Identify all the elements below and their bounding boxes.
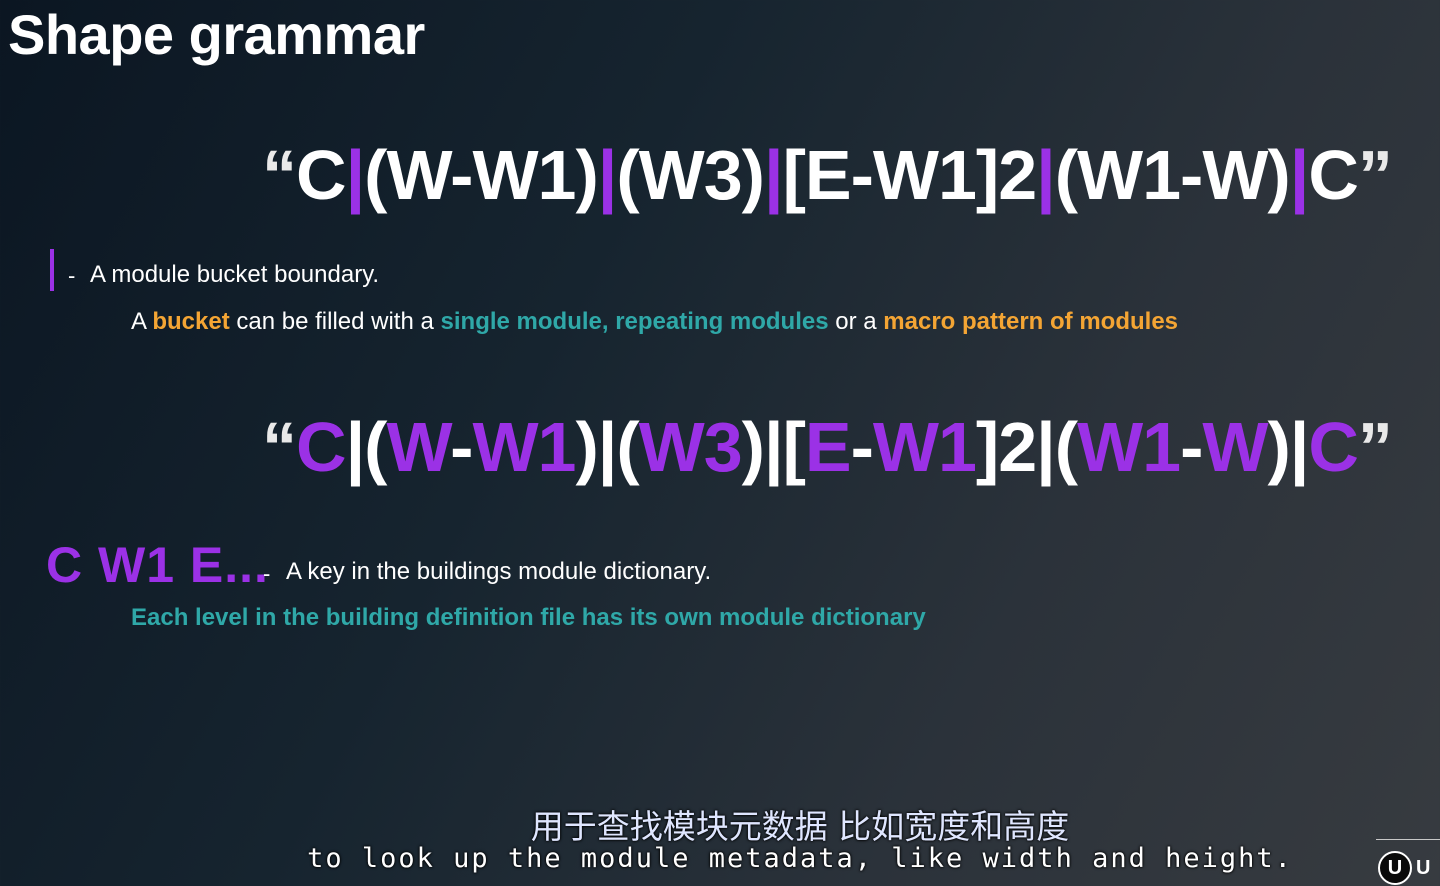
subtitle-english: to look up the module metadata, like wid…	[307, 843, 1293, 874]
subtitle-chinese: 用于查找模块元数据 比如宽度和高度	[530, 807, 1070, 846]
grammar-token: C	[296, 408, 347, 486]
bucket-boundary-pipe: |	[597, 136, 618, 214]
bucket-explanation: A bucket can be filled with a single mod…	[131, 308, 1178, 336]
grammar-token: [E-W1]2	[782, 136, 1038, 214]
bucket-boundary-pipe: |	[1289, 408, 1310, 486]
macro-pattern-highlight: macro pattern of modules	[883, 308, 1179, 335]
grammar-token: W1	[872, 408, 977, 486]
pipe-symbol-icon	[50, 249, 54, 291]
grammar-token: (W3)	[616, 136, 765, 214]
grammar-token: -	[1180, 408, 1203, 486]
slide-title: Shape grammar	[8, 3, 425, 66]
grammar-token: W3	[638, 408, 743, 486]
logo-divider	[1376, 839, 1440, 840]
grammar-token: )	[575, 408, 598, 486]
logo-wordmark: U	[1416, 857, 1431, 879]
grammar-token: (	[616, 408, 639, 486]
grammar-token: E	[804, 408, 852, 486]
grammar-token: )	[1267, 408, 1290, 486]
dash-separator: -	[263, 561, 271, 586]
close-quote: ”	[1357, 408, 1393, 486]
module-types-highlight: single module, repeating modules	[440, 308, 829, 335]
grammar-tokens: C|(W-W1)|(W3)|[E-W1]2|(W1-W)|C	[296, 136, 1359, 214]
bucket-highlight: bucket	[152, 308, 230, 335]
key-description: A key in the buildings module dictionary…	[286, 558, 712, 585]
grammar-token: W	[386, 408, 451, 486]
grammar-token: W1	[1077, 408, 1181, 486]
grammar-token: C	[1308, 136, 1359, 214]
open-quote: “	[262, 136, 297, 214]
bucket-boundary-pipe: |	[1289, 136, 1310, 214]
grammar-string-keys-highlighted: “C|(W-W1)|(W3)|[E-W1]2|(W1-W)|C”	[262, 412, 1393, 482]
grammar-token: -	[850, 408, 874, 486]
grammar-token: (W-W1)	[364, 136, 599, 214]
grammar-token: W	[1202, 408, 1268, 486]
grammar-token: -	[450, 408, 473, 486]
grammar-string-pipes-highlighted: “C|(W-W1)|(W3)|[E-W1]2|(W1-W)|C”	[262, 140, 1393, 210]
module-dictionary-note: Each level in the building definition fi…	[131, 604, 926, 631]
pipe-description: A module bucket boundary.	[90, 261, 380, 288]
close-quote: ”	[1357, 136, 1393, 214]
unreal-engine-logo-icon: U	[1378, 851, 1412, 885]
bucket-boundary-pipe: |	[597, 408, 618, 486]
bucket-boundary-pipe: |	[345, 136, 366, 214]
grammar-tokens: C|(W-W1)|(W3)|[E-W1]2|(W1-W)|C	[296, 408, 1359, 486]
grammar-token: ]2	[975, 408, 1037, 486]
bucket-text-1: A	[131, 308, 153, 335]
grammar-token: )	[741, 408, 765, 486]
grammar-token: (	[364, 408, 387, 486]
grammar-token: W1	[472, 408, 576, 486]
grammar-token: (W1-W)	[1054, 136, 1291, 214]
module-keys-label: C W1 E...	[46, 537, 269, 593]
bucket-text-2: can be filled with a	[229, 308, 441, 335]
grammar-token: [	[782, 408, 806, 486]
bucket-boundary-pipe: |	[1036, 408, 1056, 486]
dash-separator: -	[68, 263, 76, 288]
bucket-boundary-pipe: |	[1036, 136, 1056, 214]
bucket-boundary-pipe: |	[763, 136, 784, 214]
grammar-token: C	[1308, 408, 1359, 486]
grammar-token: C	[296, 136, 347, 214]
open-quote: “	[262, 408, 297, 486]
grammar-token: (	[1054, 408, 1078, 486]
bucket-boundary-pipe: |	[345, 408, 366, 486]
bucket-boundary-pipe: |	[763, 408, 784, 486]
bucket-text-3: or a	[828, 308, 884, 335]
